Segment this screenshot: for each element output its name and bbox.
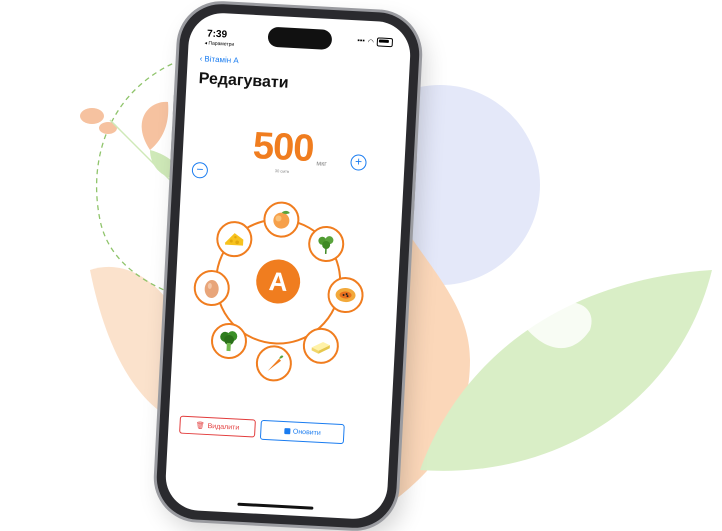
back-button[interactable]: ‹ Вітамін А [199, 54, 238, 65]
cheese-icon [225, 233, 244, 246]
status-icons: ▪▪▪ ◠ [357, 36, 394, 48]
status-back-app[interactable]: ◂ Параметри [204, 40, 234, 48]
increase-button[interactable]: + [350, 154, 367, 171]
delete-button-label: Видалити [207, 422, 240, 432]
chevron-left-icon: ‹ [199, 54, 203, 64]
page-title: Редагувати [198, 70, 289, 92]
status-time: 7:39 [206, 28, 228, 41]
plus-circle-icon: + [354, 154, 363, 169]
butter-icon [311, 341, 330, 354]
decrease-button[interactable]: − [191, 161, 209, 179]
battery-icon [376, 37, 394, 48]
back-button-label: Вітамін А [204, 54, 239, 66]
phone-frame: 7:39 ◂ Параметри ▪▪▪ ◠ ‹ Вітамін А Редаг… [154, 2, 422, 530]
wifi-icon: ◠ [367, 38, 375, 46]
minus-circle-icon: − [196, 162, 204, 177]
papaya-icon [335, 288, 356, 303]
phone-mockup: 7:39 ◂ Параметри ▪▪▪ ◠ ‹ Вітамін А Редаг… [154, 2, 422, 530]
parsley-icon [318, 236, 334, 254]
dynamic-island [267, 26, 333, 50]
egg-icon [204, 280, 219, 299]
carrot-icon [267, 355, 284, 372]
amount-unit: мкг [316, 160, 327, 168]
phone-screen: 7:39 ◂ Параметри ▪▪▪ ◠ ‹ Вітамін А Редаг… [164, 11, 412, 521]
delete-button[interactable]: 🗑 Видалити [179, 415, 256, 438]
amount-value: 500 [251, 125, 315, 171]
update-button[interactable]: Оновити [259, 419, 345, 445]
peach-icon [273, 210, 290, 229]
save-icon [283, 428, 291, 435]
broccoli-icon [220, 331, 238, 352]
food-carrot [254, 344, 293, 383]
food-ring: A [190, 187, 367, 383]
trash-icon: 🗑 [195, 422, 205, 430]
home-indicator[interactable] [237, 502, 314, 510]
signal-icon: ▪▪▪ [357, 37, 365, 45]
update-button-label: Оновити [292, 427, 321, 437]
